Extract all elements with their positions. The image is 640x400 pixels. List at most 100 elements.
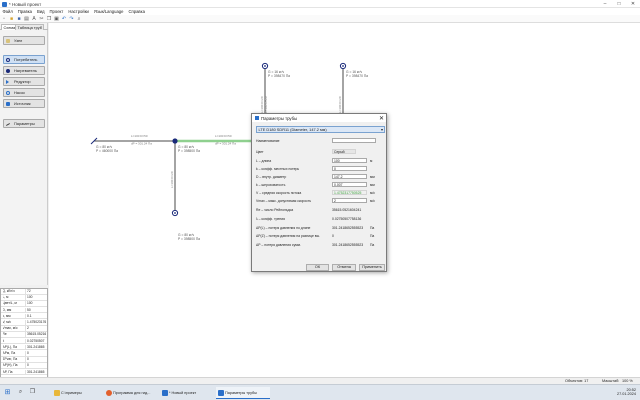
panel-tabs: Схема Таблица труб (0, 23, 48, 30)
start-icon[interactable]: ⊞ (3, 388, 12, 397)
menu-view[interactable]: Вид (34, 8, 47, 15)
property-value[interactable]: 0 (25, 363, 47, 369)
zoom-icon[interactable]: ⌕ (76, 16, 82, 22)
field-input[interactable]: 2 (332, 197, 367, 204)
print-icon[interactable]: ▤ (24, 16, 30, 22)
top-left-label-p: P = 398470 Па (268, 74, 290, 78)
junction-label-p: P = 398500 Па (178, 149, 200, 153)
field-unit: Па (370, 225, 375, 230)
field-input[interactable]: 147.2 (332, 173, 367, 180)
taskbar-item-explorer[interactable]: C:\примеры (52, 387, 100, 399)
maximize-icon[interactable]: □ (612, 0, 626, 8)
taskbar-item-project[interactable]: * Новый проект (160, 387, 212, 399)
node-button[interactable]: Узел (3, 36, 45, 45)
field-value: 301.2418652555523 (332, 225, 364, 230)
property-value[interactable]: 50 (25, 307, 47, 313)
close-icon[interactable]: ✕ (626, 0, 640, 8)
dialog-field-row: ΔP – потеря давления сумм. 301.2418652555… (256, 241, 384, 249)
consumer-bottom-label-p: P = 398500 Па (178, 237, 200, 241)
undo-icon[interactable]: ↶ (61, 16, 67, 22)
reducer-icon (6, 79, 9, 84)
property-value[interactable]: 0 (25, 351, 47, 356)
task-view-icon[interactable]: ❐ (28, 388, 37, 397)
property-value[interactable]: 100 (25, 301, 47, 307)
dialog-field-row: k – шероховатость 0.007 мм (256, 181, 384, 189)
property-value[interactable]: 35615.05216 (25, 332, 47, 338)
menu-settings[interactable]: Настройки (66, 8, 92, 15)
taskbar-item-label: * Новый проект (169, 391, 197, 395)
menu-language[interactable]: Язык/Language (91, 8, 126, 15)
close-icon[interactable]: ✕ (379, 115, 384, 122)
field-input[interactable]: 0.007 (332, 181, 367, 188)
chevron-down-icon: ▾ (380, 127, 383, 132)
pipe-type-select[interactable]: LTE D180 SDR11 (Diameter, 147.2 мм) ▾ (256, 126, 385, 133)
taskbar-item-label: Программа для гид... (113, 391, 151, 395)
tab-pipe-table[interactable]: Таблица труб (15, 23, 45, 30)
field-input[interactable]: 100 (332, 157, 367, 164)
property-key: k, мм (2, 313, 11, 318)
consumer-button[interactable]: Потребитель (3, 55, 45, 64)
minimize-icon[interactable]: – (598, 0, 612, 8)
save-icon[interactable]: ■ (16, 16, 22, 22)
taskbar-item-label: C:\примеры (61, 391, 82, 395)
apply-button[interactable]: Применить (359, 264, 385, 271)
title-bar: * Новый проект – □ ✕ (0, 0, 640, 8)
tool-panel: Схема Таблица труб Узел Потребитель Нагр… (0, 23, 48, 285)
property-key: D, мм (2, 307, 12, 312)
field-input: 1.4752317750525 (332, 189, 367, 196)
property-value[interactable]: 301.241865 (25, 369, 47, 375)
pipe-left-sublabel: dP = 301.24 Па (131, 142, 152, 146)
property-value[interactable]: 301.241865 (25, 344, 47, 350)
field-value: 35615.0521604241 (332, 207, 362, 212)
ok-button[interactable]: ОК (306, 264, 329, 271)
redo-icon[interactable]: ↷ (69, 16, 75, 22)
paste-icon[interactable]: ▣ (54, 16, 60, 22)
font-icon[interactable]: A (31, 16, 37, 22)
field-input[interactable]: 0 (332, 165, 367, 172)
property-value[interactable]: 2 (25, 326, 47, 332)
field-input[interactable] (332, 137, 376, 144)
clock[interactable]: 20:52 27.01.2024 (600, 388, 636, 396)
open-folder-icon[interactable]: ■ (9, 16, 15, 22)
property-value[interactable]: 100 (25, 295, 47, 301)
dialog-title-bar: Параметры трубы ✕ (252, 114, 386, 122)
property-value[interactable]: 72 (25, 289, 47, 294)
junction-node[interactable] (172, 138, 178, 144)
parameters-button[interactable]: Параметры (3, 119, 45, 128)
parameters-button-label: Параметры (14, 121, 35, 126)
menu-help[interactable]: Справка (126, 8, 147, 15)
dialog-field-row: V – средняя скорость потока 1.47523177505… (256, 189, 384, 197)
menu-edit[interactable]: Правка (15, 8, 34, 15)
dialog-title: Параметры трубы (261, 115, 298, 121)
taskbar-item-browser[interactable]: Программа для гид... (104, 387, 156, 399)
cut-icon[interactable]: ✂ (39, 16, 45, 22)
property-row: ΔP, Па 301.241865 (1, 369, 47, 376)
cancel-button[interactable]: Отмена (332, 264, 356, 271)
field-label: λ – коэфф. трения (256, 216, 285, 221)
field-label: Наименование (256, 138, 280, 143)
new-file-icon[interactable]: ▫ (1, 16, 7, 22)
pipe-vert-label-d: L=100 D=20 (264, 96, 268, 113)
property-value[interactable]: 0.02750507 (25, 338, 47, 344)
menu-file[interactable]: Файл (0, 8, 15, 15)
pump-button[interactable]: Насос (3, 88, 45, 97)
property-value[interactable]: 0.1 (25, 313, 47, 319)
window-title: * Новый проект (9, 1, 42, 7)
property-value[interactable]: 1.475023176 (25, 320, 47, 325)
taskbar-item-dialog[interactable]: Параметры трубы (216, 387, 270, 399)
field-unit: м/с (370, 198, 375, 203)
copy-icon[interactable]: ❐ (46, 16, 52, 22)
property-value[interactable]: 0 (25, 357, 47, 363)
color-select[interactable]: Серый (332, 148, 356, 155)
menu-project[interactable]: Проект (47, 8, 66, 15)
field-value: 301.2418652555523 (332, 242, 364, 247)
menu-bar: Файл Правка Вид Проект Настройки Язык/Languag… (0, 8, 640, 15)
field-unit: мм (370, 182, 375, 187)
taskbar-item-label: Параметры трубы (225, 391, 257, 395)
reducer-button[interactable]: Редуктор (3, 77, 45, 86)
source-button[interactable]: Источник (3, 99, 45, 108)
field-label: k – коэфф. местных потерь (256, 166, 300, 171)
search-icon[interactable]: ⌕ (16, 388, 25, 397)
property-row: V, м/с 1.475023176 (1, 320, 47, 326)
heater-button[interactable]: Нагреватель (3, 66, 45, 75)
